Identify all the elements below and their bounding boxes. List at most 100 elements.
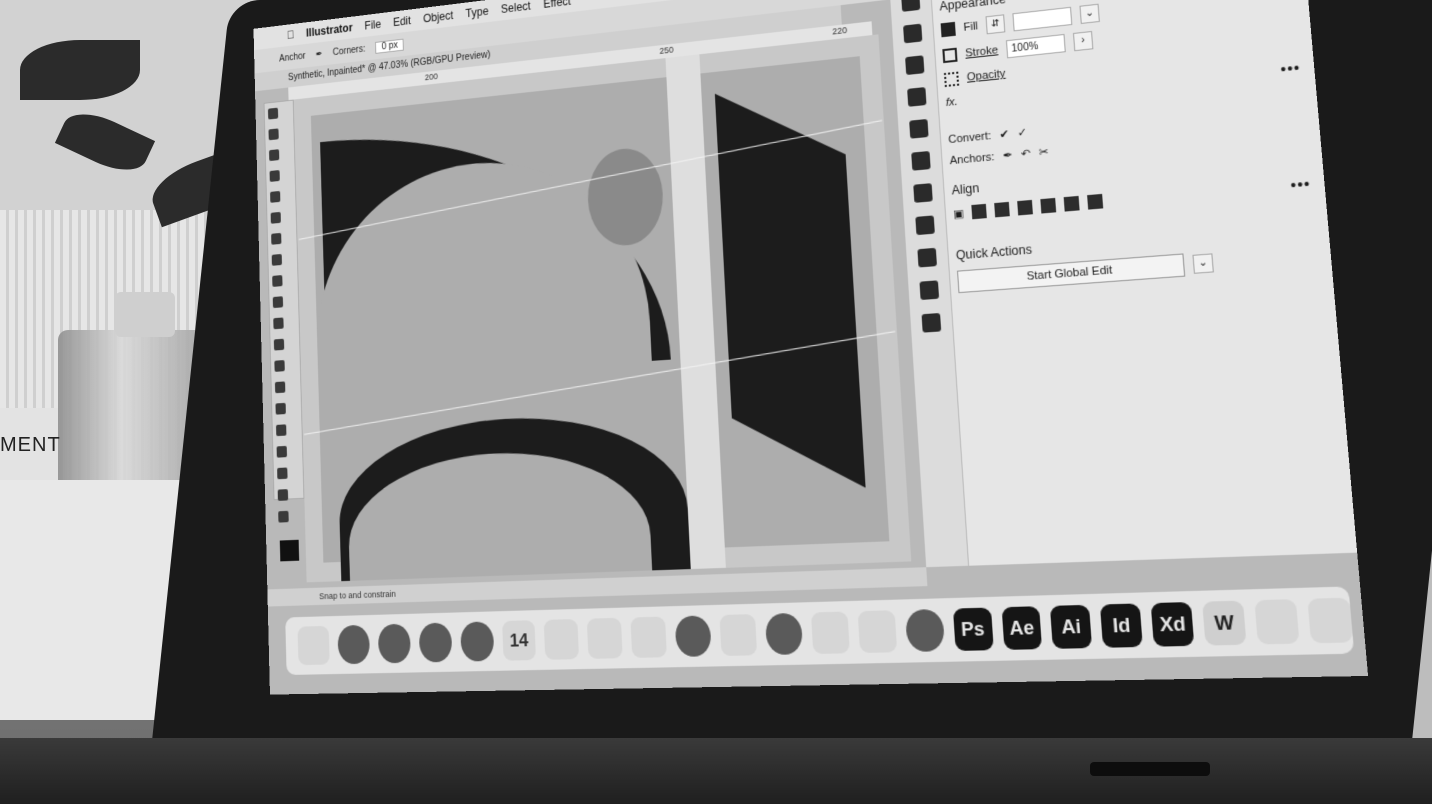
launchpad-icon[interactable] — [337, 624, 370, 665]
safari-icon[interactable] — [377, 623, 411, 664]
menu-edit[interactable]: Edit — [393, 14, 411, 29]
selection-tool-icon[interactable] — [267, 107, 279, 120]
reminders-icon[interactable] — [587, 617, 623, 659]
align-more-icon[interactable]: ••• — [1290, 175, 1312, 194]
artboard-canvas[interactable] — [293, 34, 912, 583]
convert-smooth-icon[interactable]: ✓ — [1017, 126, 1028, 140]
spotify-icon[interactable] — [764, 612, 804, 656]
properties-content: Appearance Fill ⇵ ⌄ Stroke 100% › Opacit… — [938, 0, 1319, 301]
chevron-down-icon[interactable]: ⌄ — [1079, 3, 1100, 24]
notes-icon[interactable] — [544, 618, 580, 660]
cut-path-icon[interactable]: ✂ — [1039, 145, 1050, 159]
line-tool-icon[interactable] — [270, 211, 281, 224]
laptop-base — [0, 738, 1432, 804]
hand-tool-icon[interactable] — [277, 489, 289, 501]
width-tool-icon[interactable] — [274, 360, 285, 372]
gradient-tool-icon[interactable] — [275, 402, 286, 415]
chevron-right-icon[interactable]: › — [1072, 30, 1094, 52]
rectangle-tool-icon[interactable] — [271, 232, 282, 245]
menu-type[interactable]: Type — [465, 4, 488, 20]
trash-icon[interactable] — [1307, 597, 1354, 644]
pen-tool-icon[interactable] — [268, 149, 280, 162]
calendar-icon[interactable]: 14 — [501, 620, 537, 661]
stepper-icon[interactable]: ⇵ — [985, 14, 1006, 35]
align-middle-icon[interactable] — [1064, 195, 1081, 212]
artboards-icon[interactable] — [921, 312, 942, 333]
fx-button[interactable]: fx. — [945, 96, 958, 109]
scale-tool-icon[interactable] — [273, 338, 285, 351]
xd-icon[interactable]: Xd — [1150, 601, 1195, 647]
convert-corner-icon[interactable]: ✔ — [999, 127, 1009, 141]
fill-swatch[interactable] — [940, 21, 956, 38]
photo-scene: MENT  Illustrator File Edit Object Type… — [0, 0, 1432, 804]
opacity-input[interactable]: 100% — [1005, 33, 1066, 59]
photoshop-icon[interactable]: Ps — [952, 607, 994, 651]
ruler-tick: 220 — [832, 25, 848, 37]
align-center-icon[interactable] — [994, 201, 1011, 218]
stroke-weight-input[interactable] — [1012, 6, 1073, 32]
paintbrush-tool-icon[interactable] — [271, 253, 283, 266]
pencil-tool-icon[interactable] — [272, 275, 283, 287]
indesign-icon[interactable]: Id — [1100, 603, 1144, 648]
illustrator-icon[interactable]: Ai — [1050, 604, 1093, 649]
stroke-panel-icon[interactable] — [907, 87, 927, 107]
photos-icon[interactable] — [674, 615, 712, 657]
zoom-tool-icon[interactable] — [278, 510, 289, 523]
stroke-swatch[interactable] — [942, 47, 958, 64]
artboard-tool-icon[interactable] — [277, 467, 288, 480]
quick-actions-dropdown-icon[interactable]: ⌄ — [1192, 253, 1214, 274]
symbols-icon[interactable] — [905, 55, 925, 76]
corners-input[interactable]: 0 px — [375, 38, 405, 54]
direct-selection-tool-icon[interactable] — [268, 128, 279, 141]
remove-anchor-icon[interactable]: ✒ — [1002, 148, 1013, 162]
shape-builder-tool-icon[interactable] — [274, 381, 286, 394]
keynote-icon[interactable] — [857, 610, 897, 654]
opacity-label[interactable]: Opacity — [966, 68, 1005, 84]
connect-anchor-icon[interactable]: ↶ — [1020, 147, 1031, 161]
stroke-label[interactable]: Stroke — [965, 44, 999, 60]
opacity-icon — [943, 71, 960, 88]
align-right-icon[interactable] — [1017, 199, 1034, 216]
color-panel-icon[interactable] — [911, 150, 931, 171]
finder-icon[interactable] — [297, 625, 330, 666]
rotate-tool-icon[interactable] — [273, 317, 284, 330]
apple-menu-icon[interactable]:  — [287, 28, 295, 41]
menu-illustrator[interactable]: Illustrator — [306, 21, 353, 39]
swatches-panel-icon[interactable] — [909, 118, 929, 139]
facetime-icon[interactable] — [719, 614, 758, 657]
transparency-panel-icon[interactable] — [901, 0, 921, 12]
plant-leaf — [20, 40, 140, 100]
brightness-icon[interactable] — [913, 183, 933, 203]
puppet-warp-icon[interactable] — [903, 23, 923, 44]
menu-file[interactable]: File — [364, 18, 381, 33]
ruler-tick: 250 — [659, 44, 674, 56]
chrome-icon[interactable] — [459, 621, 494, 662]
image-trace-icon[interactable] — [915, 215, 935, 236]
layers-icon[interactable] — [917, 247, 937, 268]
convert-label: Convert: — [947, 129, 992, 146]
align-bottom-icon[interactable] — [1087, 193, 1104, 210]
fill-label[interactable]: Fill — [963, 20, 978, 34]
blend-tool-icon[interactable] — [276, 445, 288, 458]
eyedropper-tool-icon[interactable] — [275, 424, 287, 437]
menu-effect[interactable]: Effect — [543, 0, 571, 11]
pen-icon[interactable]: ✒ — [315, 49, 322, 60]
fill-stroke-swatch[interactable] — [279, 539, 300, 562]
align-top-icon[interactable] — [1040, 197, 1057, 214]
export-icon[interactable] — [919, 280, 940, 301]
screenshot-stack-icon[interactable] — [1254, 599, 1300, 645]
messages-icon[interactable] — [418, 622, 453, 663]
type-tool-icon[interactable] — [270, 190, 281, 203]
curvature-tool-icon[interactable] — [269, 170, 280, 182]
system-preferences-icon[interactable] — [904, 608, 945, 653]
word-icon[interactable]: W — [1202, 600, 1247, 646]
align-left-icon[interactable] — [971, 203, 988, 220]
align-to-icon[interactable]: ▣ — [953, 206, 965, 220]
more-options-icon[interactable]: ••• — [1280, 59, 1301, 78]
news-icon[interactable] — [810, 611, 850, 655]
maps-icon[interactable] — [630, 616, 668, 658]
after-effects-icon[interactable]: Ae — [1001, 606, 1043, 650]
menu-select[interactable]: Select — [501, 0, 531, 16]
menu-object[interactable]: Object — [423, 9, 454, 25]
eraser-tool-icon[interactable] — [272, 296, 284, 309]
